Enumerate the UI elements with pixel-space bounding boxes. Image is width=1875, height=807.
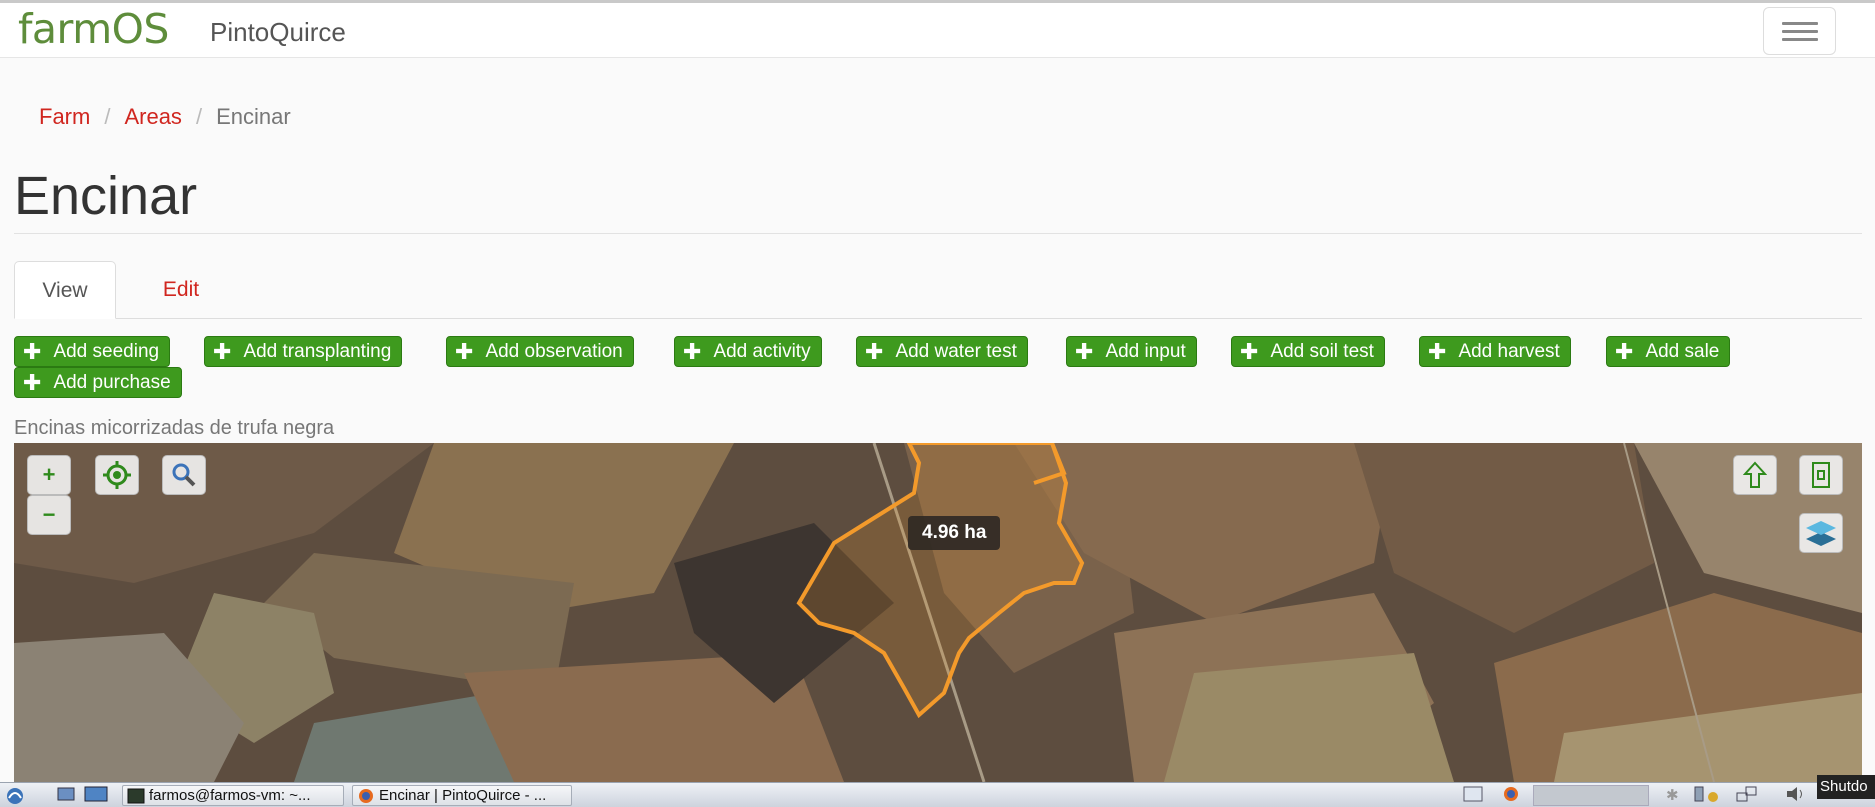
taskbar-terminal-title: farmos@farmos-vm: ~... <box>149 787 311 804</box>
plus-icon: ✚ <box>1428 339 1447 364</box>
os-taskbar: farmos@farmos-vm: ~... Encinar | PintoQu… <box>0 782 1875 807</box>
crosshair-icon <box>103 461 131 489</box>
plus-icon: ✚ <box>683 339 702 364</box>
battery-icon[interactable] <box>1693 785 1723 806</box>
area-map[interactable]: + − 4.96 ha <box>14 443 1862 782</box>
cpu-monitor-graph <box>1533 785 1649 806</box>
add-sale-button[interactable]: ✚ Add sale <box>1606 336 1731 367</box>
plus-icon: ✚ <box>1075 339 1094 364</box>
breadcrumb-separator: / <box>104 104 111 129</box>
title-divider <box>14 233 1862 234</box>
network-status-icon <box>1736 786 1757 802</box>
fullscreen-button[interactable] <box>1799 455 1843 495</box>
zoom-in-button[interactable]: + <box>27 455 71 495</box>
satellite-imagery <box>14 443 1862 782</box>
plus-icon: ✚ <box>1615 339 1634 364</box>
area-description: Encinas micorrizadas de trufa negra <box>14 417 335 439</box>
button-label: Add input <box>1105 341 1186 362</box>
search-button[interactable] <box>162 455 206 495</box>
file-manager-launcher[interactable] <box>84 785 110 806</box>
button-label: Add seeding <box>53 341 160 362</box>
button-label: Add purchase <box>53 372 171 393</box>
breadcrumb-current: Encinar <box>216 104 291 129</box>
fullscreen-icon <box>1812 462 1830 488</box>
hamburger-icon-bar <box>1782 30 1818 33</box>
hamburger-icon <box>1782 22 1818 25</box>
add-water-test-button[interactable]: ✚ Add water test <box>856 336 1028 367</box>
speaker-icon <box>1787 787 1802 801</box>
plus-icon: ✚ <box>23 339 42 364</box>
plus-icon: ✚ <box>213 339 232 364</box>
add-activity-button[interactable]: ✚ Add activity <box>674 336 822 367</box>
button-label: Add transplanting <box>243 341 392 362</box>
breadcrumb: Farm / Areas / Encinar <box>39 104 291 130</box>
battery-status-icon <box>1694 786 1718 802</box>
top-navbar: farmOS PintoQuirce <box>0 0 1875 58</box>
add-observation-button[interactable]: ✚ Add observation <box>446 336 634 367</box>
volume-icon[interactable] <box>1785 785 1809 806</box>
zoom-out-button[interactable]: − <box>27 495 71 535</box>
add-input-button[interactable]: ✚ Add input <box>1066 336 1197 367</box>
add-seeding-button[interactable]: ✚ Add seeding <box>14 336 171 367</box>
plus-icon: ✚ <box>455 339 474 364</box>
tab-edit[interactable]: Edit <box>146 261 216 319</box>
layers-icon <box>1806 521 1836 546</box>
layers-button[interactable] <box>1799 513 1843 553</box>
bluetooth-icon[interactable]: ✱ <box>1666 785 1679 806</box>
tab-bar: View Edit <box>14 261 1862 319</box>
terminal-icon <box>127 788 145 804</box>
geolocate-button[interactable] <box>95 455 139 495</box>
page-title: Encinar <box>14 166 198 226</box>
button-label: Add soil test <box>1270 341 1374 362</box>
button-label: Add sale <box>1645 341 1720 362</box>
firefox-icon <box>1504 787 1518 801</box>
hamburger-menu-button[interactable] <box>1763 7 1836 55</box>
tray-window-icon[interactable] <box>1463 785 1485 806</box>
show-desktop-button[interactable] <box>56 785 76 806</box>
start-menu-button[interactable] <box>4 785 28 806</box>
add-soil-test-button[interactable]: ✚ Add soil test <box>1231 336 1385 367</box>
upload-button[interactable] <box>1733 455 1777 495</box>
site-name[interactable]: PintoQuirce <box>210 17 346 48</box>
plus-icon: ✚ <box>865 339 884 364</box>
add-harvest-button[interactable]: ✚ Add harvest <box>1419 336 1571 367</box>
plus-icon: ✚ <box>23 370 42 395</box>
add-purchase-button[interactable]: ✚ Add purchase <box>14 367 182 398</box>
taskbar-terminal-window[interactable]: farmos@farmos-vm: ~... <box>122 785 344 806</box>
button-label: Add activity <box>713 341 811 362</box>
shutdown-tooltip: Shutdo <box>1817 775 1875 799</box>
desktop-icon <box>57 787 75 801</box>
breadcrumb-areas[interactable]: Areas <box>124 104 181 129</box>
farmos-logo[interactable]: farmOS <box>18 5 169 53</box>
tray-firefox-icon[interactable] <box>1502 785 1522 806</box>
plus-icon: ✚ <box>1240 339 1259 364</box>
add-transplanting-button[interactable]: ✚ Add transplanting <box>204 336 403 367</box>
area-size-label: 4.96 ha <box>908 516 1001 550</box>
button-label: Add water test <box>895 341 1017 362</box>
button-label: Add observation <box>485 341 623 362</box>
tab-view[interactable]: View <box>14 261 116 319</box>
window-icon <box>1463 786 1483 802</box>
taskbar-browser-title: Encinar | PintoQuirce - ... <box>379 787 547 804</box>
button-label: Add harvest <box>1458 341 1560 362</box>
start-icon <box>7 788 23 804</box>
breadcrumb-farm[interactable]: Farm <box>39 104 90 129</box>
file-manager-icon <box>84 786 108 802</box>
firefox-icon <box>359 789 373 803</box>
breadcrumb-separator: / <box>195 104 203 129</box>
search-icon <box>172 463 196 487</box>
hamburger-icon-bar <box>1782 38 1818 41</box>
upload-arrow-icon <box>1742 461 1768 488</box>
network-icon[interactable] <box>1736 785 1760 806</box>
taskbar-browser-window[interactable]: Encinar | PintoQuirce - ... <box>352 785 572 806</box>
